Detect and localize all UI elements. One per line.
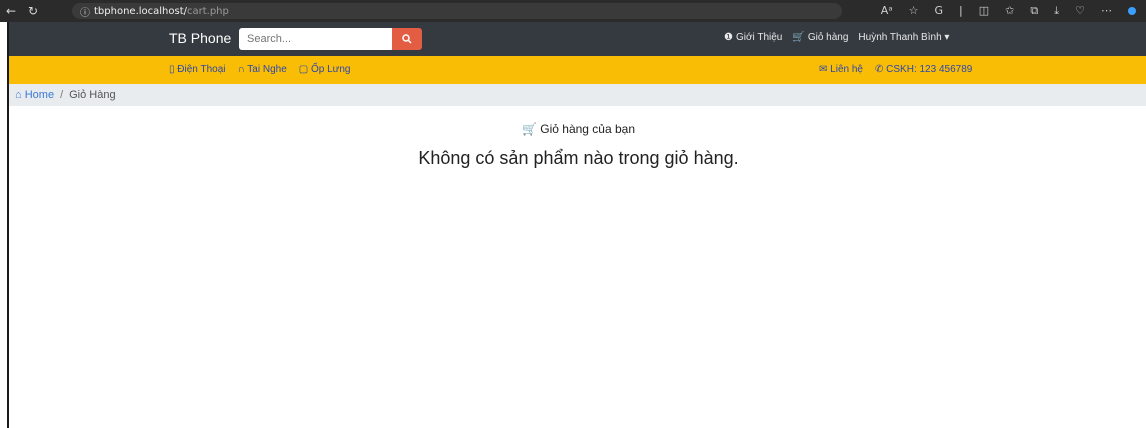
headphones-icon: ∩: [237, 64, 245, 75]
more-icon[interactable]: ⋯: [1101, 4, 1112, 18]
search-input[interactable]: [239, 28, 392, 50]
empty-cart-message: Không có sản phẩm nào trong giỏ hàng.: [418, 148, 739, 168]
user-menu[interactable]: Huỳnh Thanh Bình ▾: [858, 32, 949, 43]
breadcrumb: ⌂ Home / Giỏ Hàng: [9, 84, 1146, 106]
search-button[interactable]: [392, 28, 422, 50]
category-cases[interactable]: ▢ Ốp Lưng: [299, 64, 351, 75]
cart-title-label: Giỏ hàng của bạn: [540, 122, 636, 136]
intro-label: Giới Thiệu: [735, 32, 783, 43]
caret-down-icon: ▾: [944, 32, 950, 43]
search-icon: [402, 34, 412, 44]
info-icon[interactable]: ⓘ: [80, 4, 94, 19]
brand-logo[interactable]: TB Phone: [169, 30, 231, 46]
info-circle-icon: ❶: [724, 32, 733, 43]
copilot-icon[interactable]: ♡: [1075, 4, 1085, 18]
case-icon: ▢: [298, 64, 309, 75]
page-content: TB Phone ❶Giới Thiệu 🛒Giỏ hàng Huỳnh Tha…: [7, 22, 1146, 428]
category-cases-label: Ốp Lưng: [310, 64, 351, 75]
breadcrumb-home-label: Home: [24, 89, 55, 101]
category-phones[interactable]: ▯ Điện Thoại: [169, 64, 225, 75]
envelope-icon: ✉: [819, 64, 828, 75]
read-aloud-icon[interactable]: Aᵃ: [881, 4, 893, 18]
browser-tools: Aᵃ ☆ G | ◫ ✩ ⧉ ⤓ ♡ ⋯: [881, 4, 1136, 18]
contact-link[interactable]: ✉ Liên hệ: [819, 64, 863, 75]
contact-label: Liên hệ: [830, 64, 863, 75]
category-headphones-label: Tai Nghe: [247, 64, 287, 75]
phone-icon: ✆: [874, 64, 884, 75]
intro-link[interactable]: ❶ Giới Thiệu: [724, 32, 782, 43]
download-icon[interactable]: ⤓: [1054, 4, 1059, 18]
favorite-icon[interactable]: ☆: [909, 4, 919, 18]
category-links: ▯ Điện Thoại ∩ Tai Nghe ▢ Ốp Lưng: [169, 64, 350, 75]
category-headphones[interactable]: ∩ Tai Nghe: [237, 64, 286, 75]
split-screen-icon[interactable]: ◫: [979, 4, 989, 18]
browser-toolbar: ← ↻ ⓘ tbphone.localhost/cart.php Aᵃ ☆ G …: [0, 0, 1146, 22]
cart-icon: 🛒: [521, 122, 537, 136]
divider: |: [959, 4, 963, 17]
hotline-link[interactable]: ✆ CSKH: 123 456789: [875, 64, 972, 75]
extension-icon[interactable]: G: [935, 4, 944, 18]
hotline-label: CSKH: 123 456789: [886, 64, 973, 75]
top-navbar: TB Phone ❶Giới Thiệu 🛒Giỏ hàng Huỳnh Tha…: [9, 22, 1146, 56]
contact-links: ✉ Liên hệ ✆ CSKH: 123 456789: [819, 64, 972, 75]
category-bar: ▯ Điện Thoại ∩ Tai Nghe ▢ Ốp Lưng ✉ Liên…: [9, 56, 1146, 84]
breadcrumb-home[interactable]: ⌂ Home: [15, 89, 54, 101]
cart-label: Giỏ hàng: [807, 32, 849, 43]
breadcrumb-separator: /: [60, 89, 64, 101]
favorites-bar-icon[interactable]: ✩: [1005, 4, 1014, 18]
cart-link[interactable]: 🛒 Giỏ hàng: [792, 32, 848, 43]
collections-icon[interactable]: ⧉: [1030, 4, 1038, 18]
back-icon[interactable]: ←: [0, 4, 22, 18]
url-host: tbphone.localhost/: [94, 5, 187, 17]
cart-title: 🛒 Giỏ hàng của bạn: [9, 122, 1146, 136]
profile-icon[interactable]: [1128, 7, 1136, 15]
url-path: cart.php: [187, 5, 229, 17]
address-bar[interactable]: ⓘ tbphone.localhost/cart.php: [72, 3, 842, 19]
user-label: Huỳnh Thanh Bình: [858, 32, 942, 43]
home-icon: ⌂: [15, 89, 22, 101]
mobile-icon: ▯: [169, 64, 175, 75]
reload-icon[interactable]: ↻: [22, 4, 44, 18]
cart-icon: 🛒: [792, 32, 805, 43]
category-phones-label: Điện Thoại: [177, 64, 226, 75]
navbar-right: ❶ Giới Thiệu 🛒 Giỏ hàng Huỳnh Thanh Bình ▾: [724, 32, 949, 43]
breadcrumb-current: Giỏ Hàng: [69, 89, 116, 101]
